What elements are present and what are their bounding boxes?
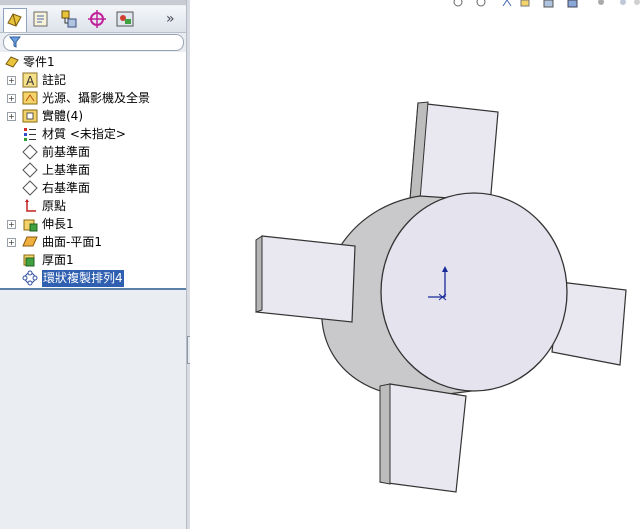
part-model-graphic: [255, 101, 627, 493]
planar-surface-icon: [22, 234, 38, 250]
tree-item-label: 材質 <未指定>: [42, 127, 126, 141]
manager-tab-bar: »: [0, 6, 186, 33]
tree-item-top-plane[interactable]: 上基準面: [0, 162, 186, 179]
panel-top-strip: [0, 0, 186, 5]
expand-plus-icon[interactable]: +: [7, 238, 16, 247]
tree-item-label: 原點: [42, 199, 67, 213]
tree-item-label: 伸長1: [42, 217, 74, 231]
tree-root-part[interactable]: 零件1: [0, 54, 186, 71]
tree-item-extrude[interactable]: + 伸長1: [0, 216, 186, 233]
expand-plus-icon[interactable]: +: [7, 112, 16, 121]
feature-manager-panel: » 零件1 + A 註記 + 光源、攝影機及全景 + 實體(4) 材質 <未指定…: [0, 0, 186, 529]
filter-icon: [9, 36, 21, 48]
tree-item-origin[interactable]: 原點: [0, 198, 186, 215]
solid-bodies-icon: [22, 108, 38, 124]
annotations-icon: A: [22, 72, 38, 88]
tree-item-thicken[interactable]: 厚面1: [0, 252, 186, 269]
tree-item-label: 前基準面: [42, 145, 91, 159]
graphics-viewport[interactable]: [190, 0, 643, 529]
tree-item-label: 上基準面: [42, 163, 91, 177]
pattern-blade-top: [409, 101, 499, 206]
tree-item-material[interactable]: 材質 <未指定>: [0, 126, 186, 143]
expand-plus-icon[interactable]: +: [7, 76, 16, 85]
plane-icon: [22, 144, 38, 160]
expand-plus-icon[interactable]: +: [7, 94, 16, 103]
svg-text:A: A: [26, 74, 35, 88]
pattern-blade-left: [255, 235, 356, 323]
property-manager-icon: [33, 11, 48, 27]
tree-item-circular-pattern[interactable]: 環狀複製排列4: [0, 270, 186, 287]
pattern-blade-bottom: [379, 383, 467, 493]
tree-item-annotations[interactable]: + A 註記: [0, 72, 186, 89]
tree-item-label: 光源、攝影機及全景: [42, 91, 151, 105]
plane-icon: [22, 180, 38, 196]
tree-item-label-selected: 環狀複製排列4: [42, 270, 124, 287]
tree-item-right-plane[interactable]: 右基準面: [0, 180, 186, 197]
display-manager-tab[interactable]: [114, 8, 136, 30]
tree-divider: [0, 288, 186, 290]
tree-root-label: 零件1: [23, 55, 55, 69]
display-manager-icon: [116, 11, 134, 27]
tree-filter-input[interactable]: [3, 34, 184, 51]
cylinder-front-face: [380, 192, 568, 392]
tree-item-label: 實體(4): [42, 109, 83, 123]
dimxpert-manager-icon: [88, 10, 106, 28]
dimxpert-manager-tab[interactable]: [86, 8, 108, 30]
tree-item-label: 右基準面: [42, 181, 91, 195]
configuration-manager-icon: [61, 10, 77, 28]
feature-manager-icon: [7, 13, 22, 27]
tree-item-label: 厚面1: [42, 253, 74, 267]
circular-pattern-icon: [22, 270, 38, 286]
plane-icon: [22, 162, 38, 178]
tree-item-planar-surface[interactable]: + 曲面-平面1: [0, 234, 186, 251]
tree-item-solid-bodies[interactable]: + 實體(4): [0, 108, 186, 125]
more-tabs-chevron-icon[interactable]: »: [166, 11, 175, 27]
origin-icon: [22, 198, 38, 214]
tree-item-label: 曲面-平面1: [42, 235, 102, 249]
part-icon: [4, 54, 20, 70]
property-manager-tab[interactable]: [30, 8, 52, 30]
expand-plus-icon[interactable]: +: [7, 220, 16, 229]
material-icon: [22, 126, 38, 142]
extrude-icon: [22, 216, 38, 232]
tree-item-label: 註記: [42, 73, 67, 87]
lights-cameras-icon: [22, 90, 38, 106]
tree-item-front-plane[interactable]: 前基準面: [0, 144, 186, 161]
configuration-manager-tab[interactable]: [58, 8, 80, 30]
feature-tree: 零件1 + A 註記 + 光源、攝影機及全景 + 實體(4) 材質 <未指定> …: [0, 52, 186, 288]
thicken-icon: [22, 252, 38, 268]
tree-item-lights-cameras[interactable]: + 光源、攝影機及全景: [0, 90, 186, 107]
feature-manager-tab[interactable]: [3, 8, 27, 32]
